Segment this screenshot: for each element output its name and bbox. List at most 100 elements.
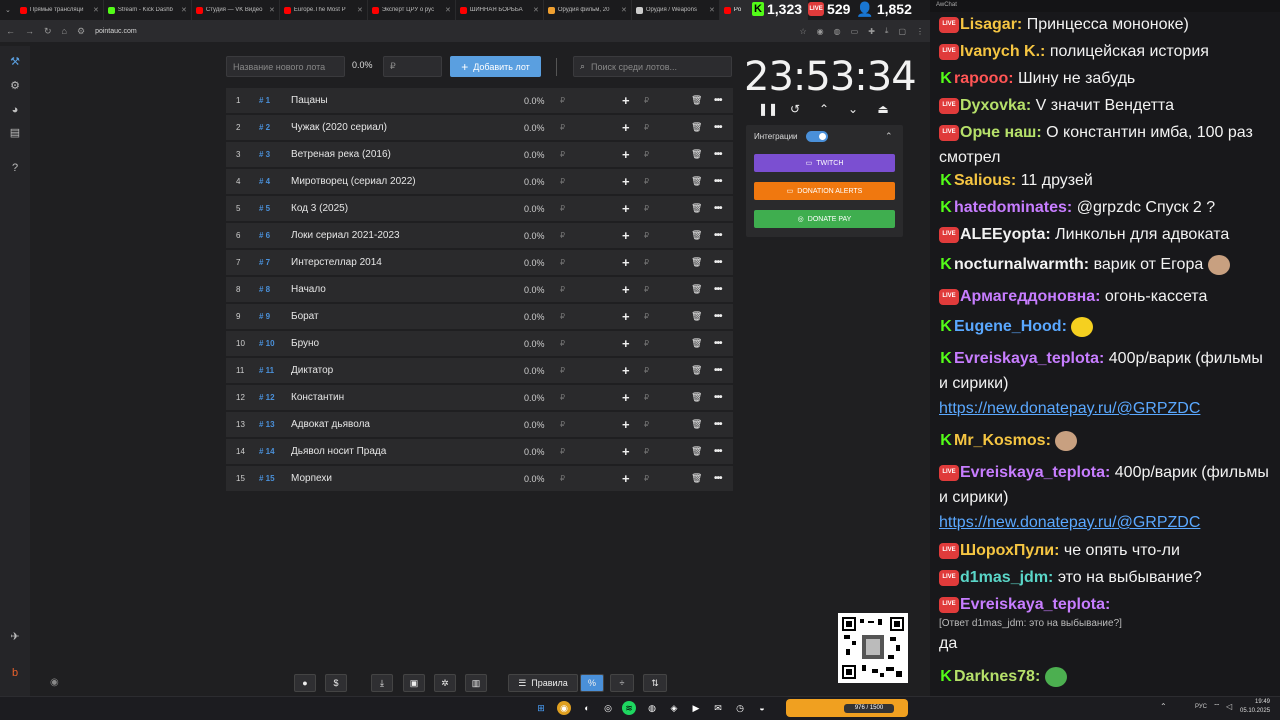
lot-id[interactable]: # 14	[259, 447, 275, 456]
close-tab-icon[interactable]: ✕	[357, 6, 363, 14]
lot-name[interactable]: Код 3 (2025)	[291, 203, 348, 214]
lot-add-amount-input[interactable]: ₽	[644, 231, 649, 240]
percent-mode-button[interactable]: %	[580, 674, 604, 692]
lot-add-amount-input[interactable]: ₽	[644, 339, 649, 348]
chat-link[interactable]: https://new.donatepay.ru/@GRPZDC	[939, 400, 1200, 417]
download-icon[interactable]: ⤓	[885, 26, 889, 36]
more-options-icon[interactable]: •••	[714, 149, 722, 160]
lot-add-amount-input[interactable]: ₽	[644, 285, 649, 294]
browser-tab[interactable]: ШИННАЯ БОРЬБА ✕	[456, 0, 544, 20]
reset-timer-icon[interactable]: ↺	[788, 102, 802, 116]
add-amount-icon[interactable]: +	[622, 93, 630, 108]
app-icon-2[interactable]: ◈	[667, 701, 681, 715]
sort-button[interactable]: ⇅	[643, 674, 667, 692]
twitch-integration-button[interactable]: ▭ TWITCH	[754, 154, 895, 172]
more-options-icon[interactable]: •••	[714, 284, 722, 295]
delete-lot-icon[interactable]: 🗑	[691, 473, 702, 484]
close-tab-icon[interactable]: ✕	[621, 6, 627, 14]
lot-add-amount-input[interactable]: ₽	[644, 258, 649, 267]
telegram-icon[interactable]: ✈	[8, 630, 22, 644]
lot-add-amount-input[interactable]: ₽	[644, 447, 649, 456]
volume-icon[interactable]: ◁	[1226, 702, 1232, 711]
url-field[interactable]: pointauc.com	[95, 28, 137, 35]
tab-list-icon[interactable]: ⌄	[0, 6, 16, 14]
lot-row[interactable]: 15 # 15 Морпехи 0.0% ₽ + ₽ 🗑 •••	[226, 466, 733, 491]
lot-id[interactable]: # 9	[259, 312, 270, 321]
donate-button[interactable]: $	[325, 674, 347, 692]
collapse-icon[interactable]: ⏏	[876, 102, 890, 116]
lot-name[interactable]: Адвокат дьявола	[291, 419, 370, 430]
browser-tab[interactable]: Прямые трансляци ✕	[16, 0, 104, 20]
lot-id[interactable]: # 10	[259, 339, 275, 348]
chat-username[interactable]: Eugene_Hood:	[954, 318, 1067, 335]
extensions-puzzle-icon[interactable]: ✚	[868, 27, 875, 36]
download-lots-button[interactable]: ⤓	[371, 674, 393, 692]
auction-hammer-icon[interactable]: ⚒	[8, 55, 22, 69]
lot-id[interactable]: # 1	[259, 96, 270, 105]
browser-tab[interactable]: Орудия / Weapons ✕	[632, 0, 720, 20]
more-options-icon[interactable]: •••	[714, 176, 722, 187]
add-amount-icon[interactable]: +	[622, 444, 630, 459]
lot-name[interactable]: Борат	[291, 311, 319, 322]
lot-id[interactable]: # 6	[259, 231, 270, 240]
add-amount-icon[interactable]: +	[622, 417, 630, 432]
new-lot-amount-input[interactable]: ₽	[383, 56, 442, 77]
chat-username[interactable]: Lisagar:	[960, 16, 1022, 33]
lot-row[interactable]: 4 # 4 Миротворец (сериал 2022) 0.0% ₽ + …	[226, 169, 733, 194]
browser-tab[interactable]: Орудия фильм, 20 ✕	[544, 0, 632, 20]
add-amount-icon[interactable]: +	[622, 174, 630, 189]
lot-row[interactable]: 1 # 1 Пацаны 0.0% ₽ + ₽ 🗑 •••	[226, 88, 733, 113]
add-amount-icon[interactable]: +	[622, 363, 630, 378]
lot-name[interactable]: Интерстеллар 2014	[291, 257, 382, 268]
lot-name[interactable]: Морпехи	[291, 473, 332, 484]
more-options-icon[interactable]: •••	[714, 311, 722, 322]
add-amount-icon[interactable]: +	[622, 309, 630, 324]
chat-username[interactable]: nocturnalwarmth:	[954, 256, 1089, 273]
lot-row[interactable]: 12 # 12 Константин 0.0% ₽ + ₽ 🗑 •••	[226, 385, 733, 410]
lot-id[interactable]: # 12	[259, 393, 275, 402]
chat-username[interactable]: Mr_Kosmos:	[954, 432, 1051, 449]
lot-id[interactable]: # 3	[259, 150, 270, 159]
chat-username[interactable]: Орче наш:	[960, 124, 1042, 141]
browser-tab[interactable]: Stream - Kick Dashb ✕	[104, 0, 192, 20]
lot-add-amount-input[interactable]: ₽	[644, 474, 649, 483]
visibility-eye-icon[interactable]: ◉	[50, 677, 59, 688]
menu-icon[interactable]: ⋮	[916, 27, 924, 36]
lot-add-amount-input[interactable]: ₽	[644, 366, 649, 375]
app-icon-1[interactable]: ◍	[645, 701, 659, 715]
github-button[interactable]: ●	[294, 674, 316, 692]
lot-name[interactable]: Пацаны	[291, 95, 328, 106]
save-lots-button[interactable]: ▣	[403, 674, 425, 692]
chat-username[interactable]: Evreiskaya_teplota:	[960, 464, 1110, 481]
lot-row[interactable]: 7 # 7 Интерстеллар 2014 0.0% ₽ + ₽ 🗑 •••	[226, 250, 733, 275]
lot-row[interactable]: 2 # 2 Чужак (2020 сериал) 0.0% ₽ + ₽ 🗑 •…	[226, 115, 733, 140]
lot-id[interactable]: # 4	[259, 177, 270, 186]
lot-id[interactable]: # 8	[259, 285, 270, 294]
lot-row[interactable]: 10 # 10 Бруно 0.0% ₽ + ₽ 🗑 •••	[226, 331, 733, 356]
lot-search-input[interactable]: ⌕ Поиск среди лотов...	[573, 56, 732, 77]
boosty-icon[interactable]: b	[8, 666, 22, 680]
chrome-icon[interactable]: ◉	[557, 701, 571, 715]
chat-username[interactable]: Dyxovka:	[960, 97, 1031, 114]
lot-id[interactable]: # 15	[259, 474, 275, 483]
delete-lot-icon[interactable]: 🗑	[691, 122, 702, 133]
delete-lot-icon[interactable]: 🗑	[691, 311, 702, 322]
rules-button[interactable]: ☰ Правила	[508, 674, 578, 692]
lot-add-amount-input[interactable]: ₽	[644, 150, 649, 159]
lot-row[interactable]: 3 # 3 Ветреная река (2016) 0.0% ₽ + ₽ 🗑 …	[226, 142, 733, 167]
lot-name[interactable]: Бруно	[291, 338, 319, 349]
clear-lots-button[interactable]: ▥	[465, 674, 487, 692]
more-options-icon[interactable]: •••	[714, 203, 722, 214]
lot-name[interactable]: Начало	[291, 284, 326, 295]
delete-lot-icon[interactable]: 🗑	[691, 446, 702, 457]
browser-tab[interactable]: Europe.The Most P ✕	[280, 0, 368, 20]
lot-row[interactable]: 11 # 11 Диктатор 0.0% ₽ + ₽ 🗑 •••	[226, 358, 733, 383]
bug-report-button[interactable]: ✲	[434, 674, 456, 692]
more-options-icon[interactable]: •••	[714, 392, 722, 403]
settings-icon[interactable]: ⚙	[8, 79, 22, 93]
lot-row[interactable]: 14 # 14 Дьявол носит Прада 0.0% ₽ + ₽ 🗑 …	[226, 439, 733, 464]
clock-date[interactable]: 05.10.2025	[1240, 708, 1270, 714]
lot-name[interactable]: Ветреная река (2016)	[291, 149, 391, 160]
extension-icon[interactable]: ◉	[817, 27, 824, 36]
pause-icon[interactable]: ❚❚	[758, 102, 778, 116]
